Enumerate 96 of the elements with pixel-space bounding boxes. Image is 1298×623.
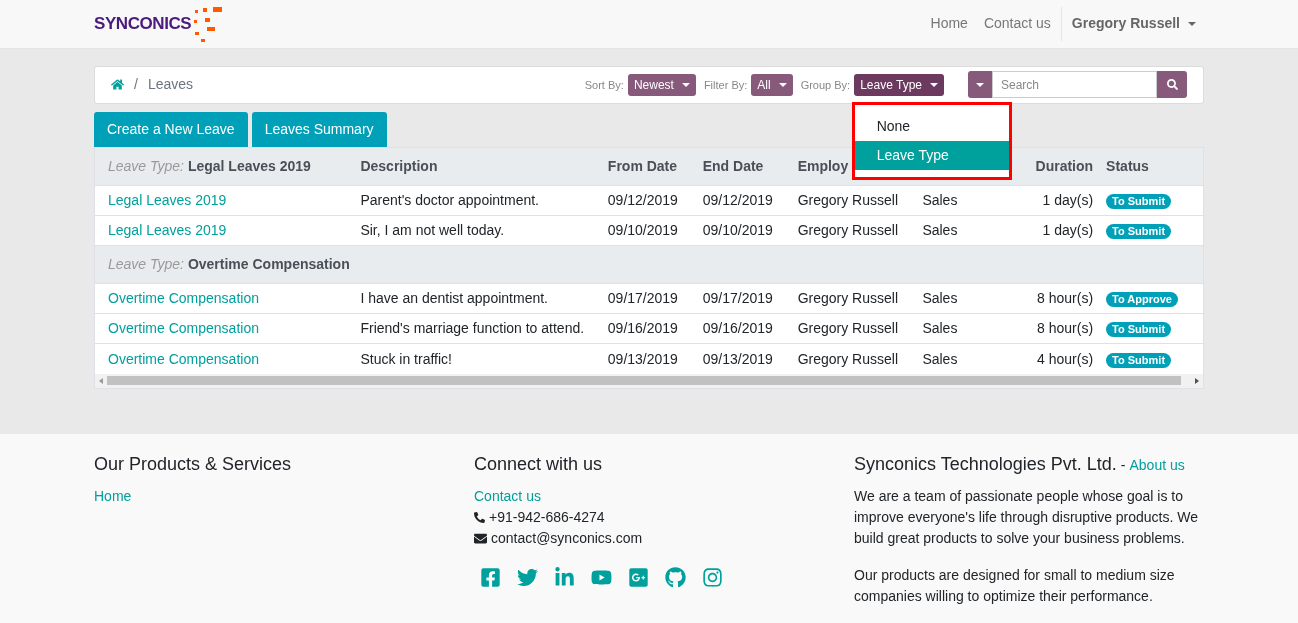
table-cell: Gregory Russell — [797, 290, 898, 307]
table-cell: 8 hour(s) — [1037, 320, 1094, 337]
table-cell: Gregory Russell — [797, 350, 898, 367]
caret-icon — [930, 82, 938, 87]
nav-link[interactable]: Contact us — [975, 13, 1059, 35]
footer-link[interactable]: Home — [94, 486, 474, 507]
email-address: contact@synconics.com — [491, 529, 643, 548]
filter-dropdown[interactable]: Newest — [627, 73, 696, 96]
table-cell: 1 day(s) — [1042, 222, 1094, 239]
filter-label: Sort By: — [584, 77, 624, 93]
home-icon[interactable] — [111, 78, 124, 92]
search-options-button[interactable] — [968, 71, 992, 99]
table-cell: Sir, I am not well today. — [360, 222, 505, 239]
table-cell: 09/12/2019 — [702, 192, 773, 209]
table-cell: 09/10/2019 — [702, 222, 773, 239]
facebook-icon[interactable] — [480, 567, 501, 588]
company-paragraph: We are a team of passionate people whose goal is to improve everyone's life through disruptive products. We build great products to solve your business problems. — [854, 487, 1200, 548]
filter-dropdown[interactable]: Leave Type — [854, 73, 944, 96]
table-cell: 09/13/2019 — [607, 350, 678, 367]
search-field[interactable]: Search — [992, 71, 1157, 99]
column-header: End Date — [702, 158, 764, 175]
caret-icon — [1188, 21, 1196, 26]
twitter-icon[interactable] — [517, 567, 538, 588]
user-menu[interactable]: Gregory Russell — [1063, 13, 1204, 35]
column-header: From Date — [607, 158, 678, 175]
leave-type-link[interactable]: Legal Leaves 2019 — [108, 192, 227, 209]
table-cell: 09/17/2019 — [607, 290, 678, 307]
search-button[interactable] — [1157, 71, 1187, 99]
horizontal-scrollbar[interactable] — [95, 373, 1203, 388]
company-paragraph: Our products are designed for small to medium size companies willing to optimize their performance. — [854, 566, 1176, 606]
column-header: Duration — [1035, 158, 1094, 175]
menu-option[interactable]: Leave Type — [854, 140, 1009, 170]
status-badge: To Submit — [1106, 194, 1172, 210]
filter-label: Group By: — [800, 77, 851, 93]
leave-type-link[interactable]: Overtime Compensation — [108, 350, 259, 367]
group-header: Leave Type: Overtime Compensation — [108, 256, 350, 273]
breadcrumb-separator: / — [134, 75, 138, 95]
table-cell: 09/13/2019 — [702, 350, 773, 367]
action-button[interactable]: Create a New Leave — [94, 111, 248, 147]
logo-dashes-icon — [191, 5, 224, 42]
leave-type-link[interactable]: Legal Leaves 2019 — [108, 222, 227, 239]
status-badge: To Submit — [1106, 352, 1172, 368]
about-link[interactable]: About us — [1129, 455, 1185, 476]
group-header: Leave Type: Legal Leaves 2019 — [108, 158, 311, 175]
table-cell: 8 hour(s) — [1037, 290, 1094, 307]
status-badge: To Approve — [1106, 292, 1178, 308]
table-cell: 09/16/2019 — [702, 320, 773, 337]
caret-icon — [976, 82, 984, 87]
caret-icon — [681, 82, 690, 87]
separator-text: - — [1120, 456, 1126, 475]
filter-label: Filter By: — [703, 77, 748, 93]
column-header: Employ — [797, 158, 849, 175]
table-cell: 09/10/2019 — [607, 222, 678, 239]
github-icon[interactable] — [665, 567, 686, 588]
table-cell: Sales — [922, 192, 958, 209]
table-cell: I have an dentist appointment. — [360, 290, 548, 307]
footer-heading: Our Products & Services — [94, 453, 293, 476]
footer-heading: Synconics Technologies Pvt. Ltd. — [854, 453, 1117, 476]
table-cell: 09/12/2019 — [607, 192, 678, 209]
table-cell: Sales — [922, 320, 958, 337]
column-header: Status — [1106, 158, 1149, 175]
table-cell: Sales — [922, 290, 958, 307]
status-badge: To Submit — [1106, 322, 1172, 338]
logo-text: SYNCONICS — [94, 13, 192, 36]
nav-link[interactable]: Home — [922, 13, 976, 35]
phone-number: +91-942-686-4274 — [489, 508, 605, 527]
table-cell: Stuck in traffic! — [360, 350, 452, 367]
table-cell: 1 day(s) — [1042, 192, 1094, 209]
instagram-icon[interactable] — [702, 567, 723, 588]
menu-option[interactable]: None — [854, 111, 1009, 141]
table-cell: Gregory Russell — [797, 320, 898, 337]
breadcrumb-current: Leaves — [147, 75, 194, 95]
linkedin-icon[interactable] — [554, 567, 575, 588]
table-cell: Gregory Russell — [797, 222, 898, 239]
synconics-logo[interactable]: SYNCONICS — [94, 5, 224, 42]
leave-type-link[interactable]: Overtime Compensation — [108, 290, 259, 307]
phone-icon — [474, 512, 485, 523]
table-cell: Parent's doctor appointment. — [360, 192, 539, 209]
filter-dropdown[interactable]: All — [751, 73, 793, 96]
search-icon — [1166, 79, 1178, 91]
table-cell: Sales — [922, 222, 958, 239]
column-header: Description — [360, 158, 438, 175]
table-cell: 09/17/2019 — [702, 290, 773, 307]
action-button[interactable]: Leaves Summary — [251, 111, 387, 147]
table-cell: 09/16/2019 — [607, 320, 678, 337]
table-cell: Friend's marriage function to attend. — [360, 320, 585, 337]
footer-link[interactable]: Contact us — [474, 486, 854, 507]
footer-heading: Connect with us — [474, 453, 604, 476]
table-cell: Sales — [922, 350, 958, 367]
status-badge: To Submit — [1106, 224, 1172, 240]
table-cell: 4 hour(s) — [1037, 350, 1094, 367]
leave-type-link[interactable]: Overtime Compensation — [108, 320, 259, 337]
google-plus-icon[interactable] — [628, 567, 649, 588]
envelope-icon — [474, 532, 487, 545]
caret-icon — [778, 82, 787, 87]
table-cell: Gregory Russell — [797, 192, 898, 209]
